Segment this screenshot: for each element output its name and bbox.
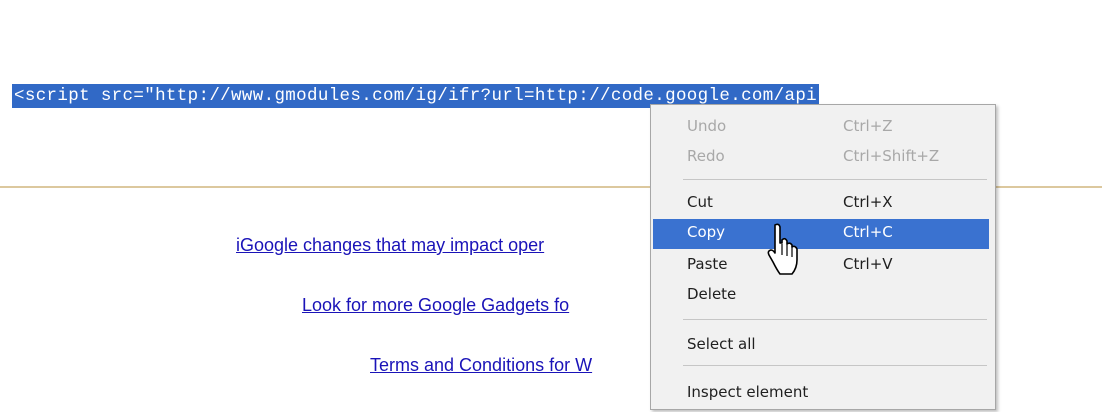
menu-item-label: Delete: [687, 285, 737, 303]
terms-conditions-link[interactable]: Terms and Conditions for W: [370, 355, 592, 376]
menu-separator: [683, 179, 987, 180]
menu-item-shortcut: Ctrl+C: [843, 223, 893, 241]
menu-item-inspect-element[interactable]: Inspect element: [653, 379, 989, 407]
menu-item-label: Copy: [687, 223, 726, 241]
menu-item-shortcut: Ctrl+Z: [843, 117, 893, 135]
menu-item-paste[interactable]: Paste Ctrl+V: [653, 251, 989, 279]
menu-item-undo[interactable]: Undo Ctrl+Z: [653, 113, 989, 141]
menu-item-shortcut: Ctrl+Shift+Z: [843, 147, 940, 165]
more-gadgets-link[interactable]: Look for more Google Gadgets fo: [302, 295, 569, 316]
hand-pointer-cursor-icon: [767, 223, 798, 275]
menu-item-redo[interactable]: Redo Ctrl+Shift+Z: [653, 143, 989, 171]
menu-item-label: Paste: [687, 255, 728, 273]
context-menu: Undo Ctrl+Z Redo Ctrl+Shift+Z Cut Ctrl+X…: [650, 104, 996, 410]
menu-item-shortcut: Ctrl+X: [843, 193, 893, 211]
menu-separator: [683, 365, 987, 366]
igoogle-changes-link[interactable]: iGoogle changes that may impact oper: [236, 235, 544, 256]
menu-item-label: Undo: [687, 117, 727, 135]
menu-separator: [683, 319, 987, 320]
menu-item-label: Redo: [687, 147, 725, 165]
menu-item-label: Select all: [687, 335, 756, 353]
menu-item-copy[interactable]: Copy Ctrl+C: [653, 219, 989, 249]
menu-item-select-all[interactable]: Select all: [653, 331, 989, 359]
menu-item-delete[interactable]: Delete: [653, 281, 989, 309]
menu-item-label: Cut: [687, 193, 713, 211]
menu-item-cut[interactable]: Cut Ctrl+X: [653, 189, 989, 217]
menu-item-label: Inspect element: [687, 383, 809, 401]
menu-item-shortcut: Ctrl+V: [843, 255, 893, 273]
